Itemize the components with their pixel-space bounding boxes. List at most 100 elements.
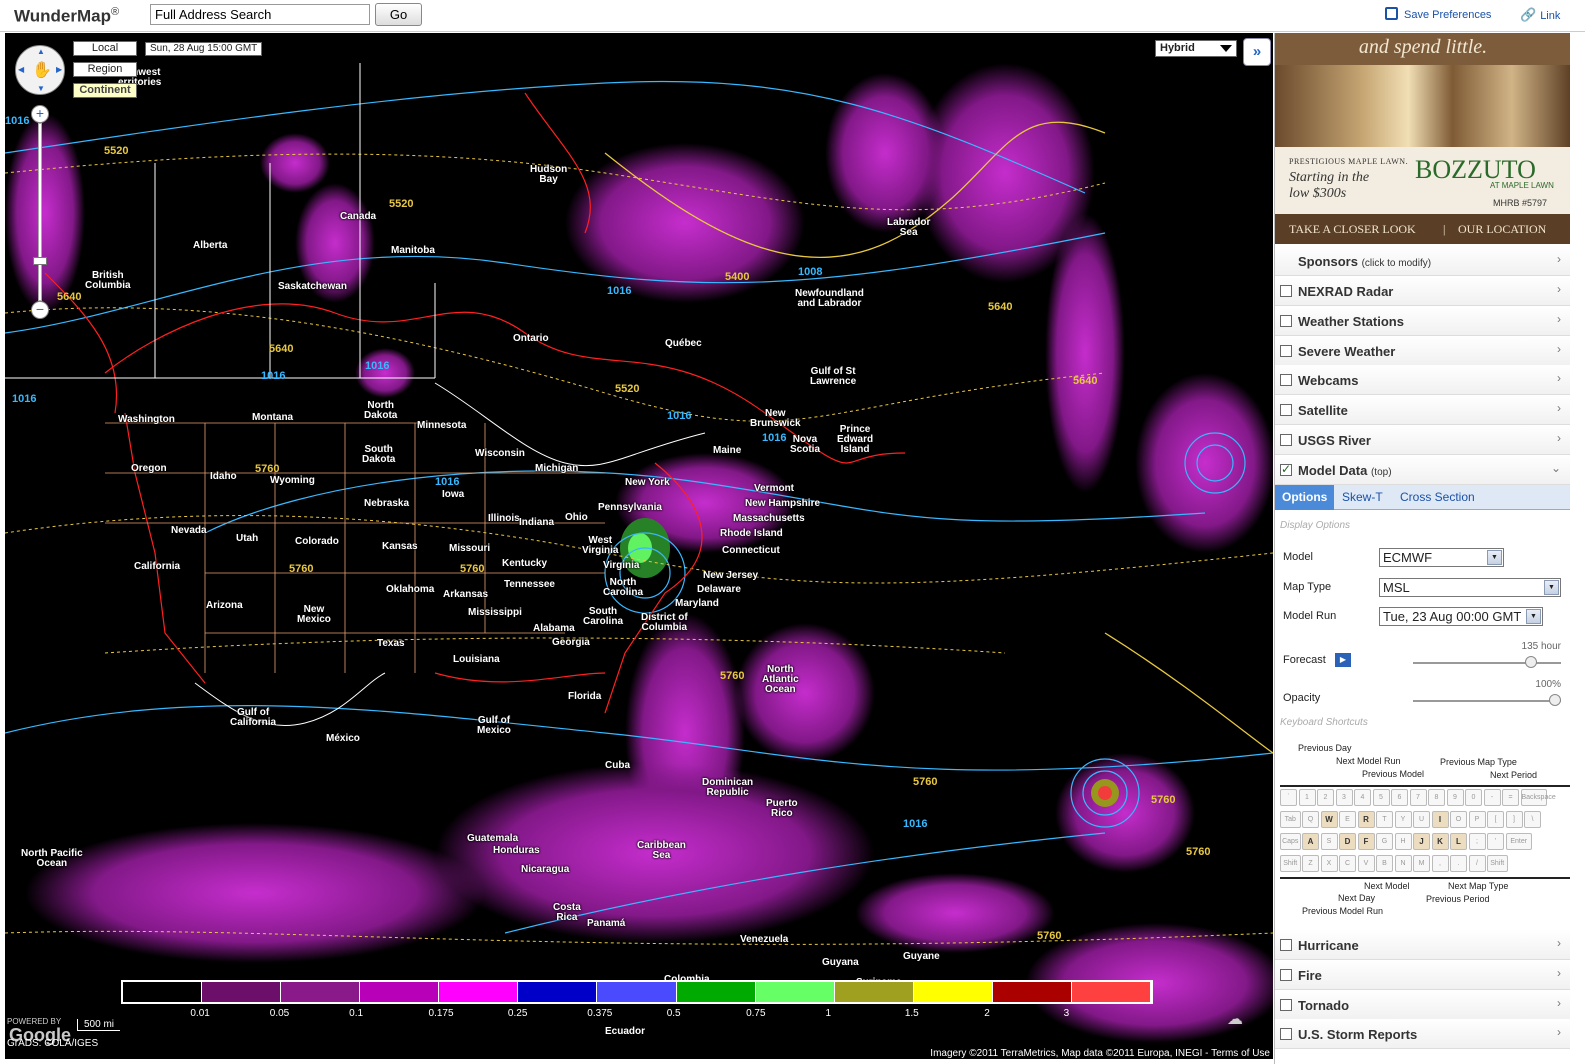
weather-map[interactable]: orthwest erritories Hudson Bay Canada Alber… xyxy=(5,33,1273,1059)
legend-swatch xyxy=(360,982,440,1002)
keyboard-key: Tab xyxy=(1280,811,1301,828)
layer-weather-stations[interactable]: Weather Stations › xyxy=(1275,305,1570,336)
pan-left-icon[interactable]: ◀ xyxy=(18,65,24,74)
layer-checkbox[interactable] xyxy=(1280,434,1292,446)
chevron-right-icon: › xyxy=(1557,1025,1561,1040)
map-copyright[interactable]: Imagery ©2011 TerraMetrics, Map data ©20… xyxy=(927,1048,1273,1059)
layer-checkbox[interactable] xyxy=(1280,1028,1292,1041)
keyboard-shortcuts-diagram: Previous Day Next Model Run Previous Mod… xyxy=(1280,743,1570,921)
layer-checkbox[interactable] xyxy=(1280,998,1292,1011)
tab-cross-section[interactable]: Cross Section xyxy=(1393,485,1482,510)
continent-view-button[interactable]: Continent xyxy=(73,83,137,98)
tab-skew-t[interactable]: Skew-T xyxy=(1335,485,1390,510)
keyboard-key: ` xyxy=(1280,789,1297,806)
ad-location-link[interactable]: OUR LOCATION xyxy=(1458,214,1546,244)
map-label: Ecuador xyxy=(605,1026,646,1037)
map-label: Venezuela xyxy=(740,934,789,945)
save-preferences-button[interactable]: Save Preferences xyxy=(1385,7,1491,21)
layer-nexrad-radar[interactable]: NEXRAD Radar › xyxy=(1275,276,1570,306)
model-run-select[interactable]: Tue, 23 Aug 00:00 GMT ▼ xyxy=(1379,607,1543,626)
forecast-slider[interactable] xyxy=(1413,656,1561,668)
link-icon: 🔗 xyxy=(1520,7,1537,22)
ad-tagline: and spend little. xyxy=(1275,33,1570,65)
layer-satellite[interactable]: Satellite › xyxy=(1275,395,1570,426)
map-label: Hudson Bay xyxy=(530,164,568,185)
tab-options[interactable]: Options xyxy=(1275,485,1335,510)
zoom-in-button[interactable]: + xyxy=(31,105,49,123)
map-label: District of Columbia xyxy=(641,612,688,633)
opacity-slider-knob[interactable] xyxy=(1549,694,1561,706)
legend-tick: 0.5 xyxy=(666,1008,681,1019)
layer-checkbox[interactable] xyxy=(1280,314,1292,327)
legend-swatch xyxy=(281,982,361,1002)
map-label: Vermont xyxy=(754,483,795,494)
layer-checkbox[interactable] xyxy=(1280,344,1292,357)
pan-control[interactable]: ▲ ▼ ◀ ▶ ✋ xyxy=(15,45,65,95)
advertisement[interactable]: and spend little. PRESTIGIOUS MAPLE LAWN… xyxy=(1275,33,1570,244)
isobar-label: 5640 xyxy=(57,291,82,303)
region-view-button[interactable]: Region xyxy=(73,62,137,77)
model-select[interactable]: ECMWF ▼ xyxy=(1379,548,1504,567)
expand-sidebar-button[interactable]: » xyxy=(1243,38,1271,66)
layer-webcams[interactable]: Webcams › xyxy=(1275,365,1570,396)
keyboard-key: \ xyxy=(1524,811,1541,828)
map-label: Guyana xyxy=(822,957,859,968)
layer-tornado[interactable]: Tornado › xyxy=(1275,989,1570,1020)
pan-right-icon[interactable]: ▶ xyxy=(56,65,62,74)
pan-down-icon[interactable]: ▼ xyxy=(37,84,45,93)
layer-checkbox[interactable] xyxy=(1280,939,1292,951)
layer-label: NEXRAD Radar xyxy=(1298,284,1394,299)
zoom-slider-handle[interactable] xyxy=(33,257,47,265)
map-label: Georgia xyxy=(552,637,590,648)
layer-label: Satellite xyxy=(1298,403,1348,419)
map-label: Manitoba xyxy=(391,245,435,256)
model-data-checkbox[interactable] xyxy=(1280,462,1292,476)
grads-credit: GrADS: COLA/IGES xyxy=(7,1038,99,1049)
layer-model-data[interactable]: Model Data (top) ⌄ xyxy=(1275,455,1570,485)
forecast-slider-knob[interactable] xyxy=(1525,656,1537,668)
sponsors-row[interactable]: Sponsors (click to modify) › xyxy=(1275,246,1570,276)
map-label: California xyxy=(134,561,181,572)
opacity-slider[interactable] xyxy=(1413,694,1561,706)
layer-hurricane[interactable]: Hurricane › xyxy=(1275,930,1570,960)
layer-checkbox[interactable] xyxy=(1280,404,1292,417)
isobar-label: 1016 xyxy=(667,410,692,422)
layer-severe-weather[interactable]: Severe Weather › xyxy=(1275,335,1570,366)
chevron-right-icon: › xyxy=(1557,965,1561,980)
layer-checkbox[interactable] xyxy=(1280,374,1292,387)
pan-up-icon[interactable]: ▲ xyxy=(37,47,45,56)
zoom-slider-track[interactable] xyxy=(38,123,42,301)
map-type-model-select[interactable]: MSL ▼ xyxy=(1379,578,1561,597)
map-label: Florida xyxy=(568,691,602,702)
local-view-button[interactable]: Local xyxy=(73,41,137,56)
forecast-value: 135 hour xyxy=(1521,641,1561,652)
layer-fire[interactable]: Fire › xyxy=(1275,959,1570,990)
layer-usgs-river[interactable]: USGS River › xyxy=(1275,425,1570,455)
keyboard-key: D xyxy=(1339,833,1356,850)
keyboard-key: / xyxy=(1468,855,1486,872)
layer-checkbox[interactable] xyxy=(1280,968,1292,981)
ad-cta-bar[interactable]: TAKE A CLOSER LOOK | OUR LOCATION xyxy=(1275,214,1570,244)
zoom-out-button[interactable]: − xyxy=(31,301,49,319)
ad-license: MHRB #5797 xyxy=(1493,198,1548,208)
layer-checkbox[interactable] xyxy=(1280,285,1292,297)
go-button[interactable]: Go xyxy=(375,3,422,26)
keyboard-key: Caps xyxy=(1280,833,1301,850)
map-label: Saskatchewan xyxy=(278,281,347,292)
ad-closer-look-link[interactable]: TAKE A CLOSER LOOK xyxy=(1289,214,1416,244)
map-label: Kentucky xyxy=(502,558,548,569)
map-label: Panamá xyxy=(587,918,626,929)
address-search-input[interactable] xyxy=(150,4,370,25)
play-button[interactable]: ▶ xyxy=(1335,653,1351,667)
top-bar: WunderMap® Go Save Preferences 🔗Link xyxy=(0,0,1585,32)
map-label: Puerto Rico xyxy=(766,798,798,819)
keyboard-key: 9 xyxy=(1446,789,1464,806)
kb-label-next-model: Next Model xyxy=(1364,881,1410,891)
wundermap-logo[interactable]: WunderMap® xyxy=(14,6,119,27)
link-button[interactable]: 🔗 Link xyxy=(1520,7,1560,23)
isobar-label: 1016 xyxy=(261,370,286,382)
map-type-select[interactable]: Hybrid xyxy=(1155,40,1237,57)
map-label: Iowa xyxy=(442,489,465,500)
layer-u-s-storm-reports[interactable]: U.S. Storm Reports › xyxy=(1275,1019,1570,1050)
keyboard-key: F xyxy=(1357,833,1375,850)
